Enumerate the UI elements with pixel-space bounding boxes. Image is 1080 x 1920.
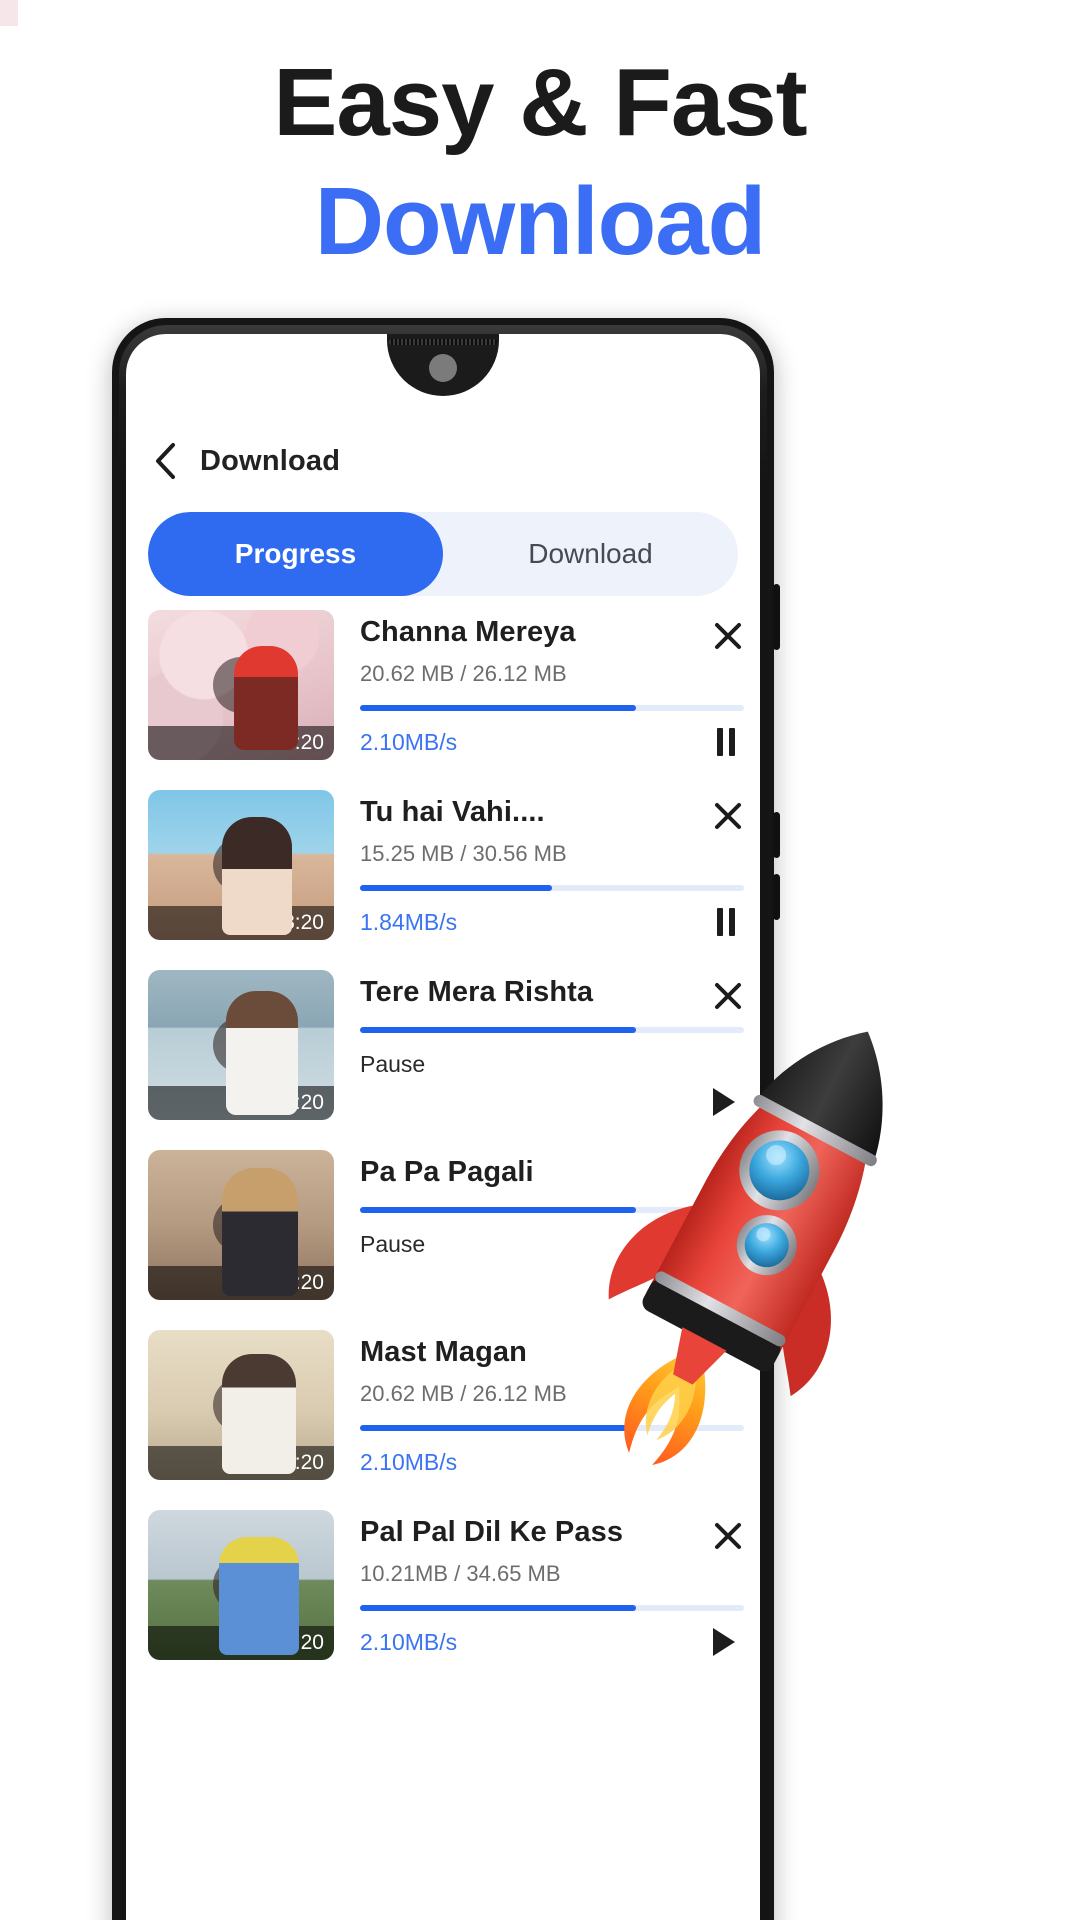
download-status: 1.84MB/s (360, 909, 458, 935)
progress-bar (360, 705, 744, 711)
row-actions (698, 1510, 760, 1668)
duration-badge: 38:20 (148, 726, 334, 760)
play-overlay-icon (213, 1017, 269, 1073)
play-overlay-icon (213, 837, 269, 893)
download-status: 2.10MB/s (360, 729, 458, 755)
app-bar: Download (126, 426, 760, 496)
download-row[interactable]: 38:20 Tu hai Vahi.... 15.25 MB / 30.56 M… (126, 790, 760, 948)
headline-line-2: Download (314, 168, 767, 276)
download-size: 20.62 MB / 26.12 MB (360, 661, 567, 686)
video-thumbnail[interactable]: 38:20 (148, 970, 334, 1120)
pause-icon[interactable] (706, 722, 746, 762)
duration-badge: 38:20 (148, 1086, 334, 1120)
download-meta: Channa Mereya 20.62 MB / 26.12 MB 2.10MB… (334, 610, 760, 768)
play-icon[interactable] (704, 1622, 744, 1662)
play-overlay-icon (213, 1197, 269, 1253)
page-title: Easy & Fast Download (0, 46, 1080, 279)
front-camera-icon (429, 354, 457, 382)
download-title: Pal Pal Dil Ke Pass (360, 1516, 624, 1548)
play-overlay-icon (213, 1377, 269, 1433)
download-row[interactable]: 38:20 Channa Mereya 20.62 MB / 26.12 MB … (126, 610, 760, 768)
earpiece-speaker-icon (389, 339, 497, 345)
row-actions (698, 790, 760, 948)
download-meta: Pal Pal Dil Ke Pass 10.21MB / 34.65 MB 2… (334, 1510, 760, 1668)
rocket-icon (592, 990, 922, 1490)
download-size: 10.21MB / 34.65 MB (360, 1561, 561, 1586)
play-overlay-icon (213, 657, 269, 713)
tab-progress[interactable]: Progress (148, 512, 443, 596)
download-title: Channa Mereya (360, 616, 576, 648)
corner-mark (0, 0, 18, 26)
pause-icon[interactable] (706, 902, 746, 942)
play-overlay-icon (213, 1557, 269, 1613)
promo-screenshot: Easy & Fast Download Download Progress D… (0, 0, 1080, 1920)
volume-down-button[interactable] (773, 874, 780, 920)
video-thumbnail[interactable]: 38:20 (148, 1150, 334, 1300)
close-icon[interactable] (708, 616, 748, 656)
download-title: Tu hai Vahi.... (360, 796, 545, 828)
video-thumbnail[interactable]: 38:20 (148, 610, 334, 760)
download-status: 2.10MB/s (360, 1629, 458, 1655)
download-meta: Tu hai Vahi.... 15.25 MB / 30.56 MB 1.84… (334, 790, 760, 948)
close-icon[interactable] (708, 1516, 748, 1556)
video-thumbnail[interactable]: 38:20 (148, 1330, 334, 1480)
video-thumbnail[interactable]: 38:20 (148, 790, 334, 940)
duration-badge: 38:20 (148, 1266, 334, 1300)
headline-line-1: Easy & Fast (273, 49, 807, 156)
progress-bar (360, 1605, 744, 1611)
duration-badge: 38:20 (148, 906, 334, 940)
power-button[interactable] (773, 584, 780, 650)
segmented-tabs: Progress Download (148, 512, 738, 596)
row-actions (698, 610, 760, 768)
close-icon[interactable] (708, 796, 748, 836)
duration-badge: 38:20 (148, 1626, 334, 1660)
chevron-left-icon[interactable] (148, 441, 182, 481)
app-bar-title: Download (200, 444, 341, 477)
volume-up-button[interactable] (773, 812, 780, 858)
video-thumbnail[interactable]: 38:20 (148, 1510, 334, 1660)
tab-download[interactable]: Download (443, 512, 738, 596)
download-size: 15.25 MB / 30.56 MB (360, 841, 567, 866)
download-row[interactable]: 38:20 Pal Pal Dil Ke Pass 10.21MB / 34.6… (126, 1510, 760, 1668)
progress-bar (360, 885, 744, 891)
duration-badge: 38:20 (148, 1446, 334, 1480)
